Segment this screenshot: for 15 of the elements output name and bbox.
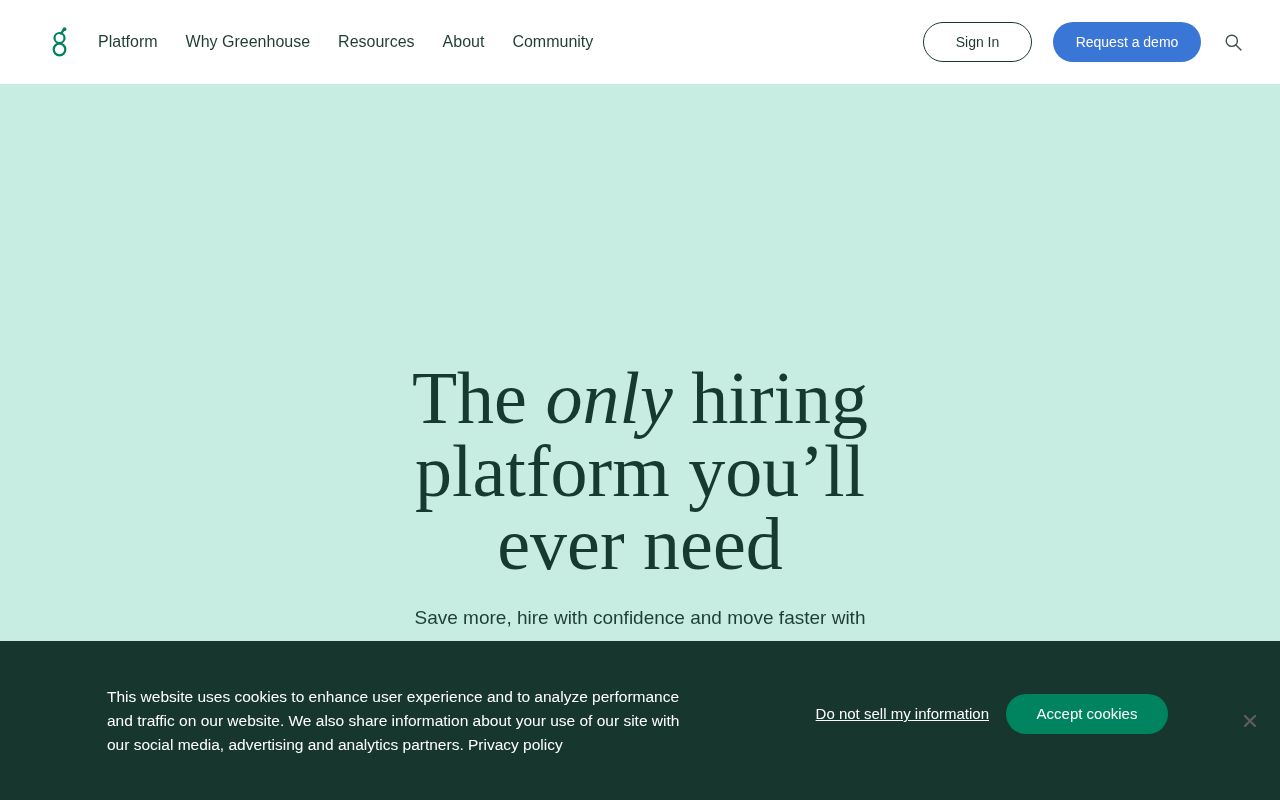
hero-subtitle: Save more, hire with confidence and move faster with	[414, 607, 866, 629]
nav-link[interactable]: Platform	[98, 33, 158, 51]
hero-headline: The only hiring platform you’ll ever need	[410, 362, 870, 581]
search-icon[interactable]	[1225, 33, 1242, 51]
request-demo-button[interactable]: Request a demo	[1053, 22, 1201, 62]
nav-link[interactable]: About	[442, 33, 485, 51]
cookie-notice-text: This website uses cookies to enhance user experience and to analyze performance and traffic on our website. We also share information about your use of our site with our social media, advertising and analytics partners. Privacy policy	[107, 686, 681, 755]
nav-link[interactable]: Why Greenhouse	[185, 33, 311, 51]
nav-link[interactable]: Resources	[338, 33, 415, 51]
privacy-policy-link[interactable]: Privacy policy	[468, 735, 563, 753]
nav-link[interactable]: Community	[512, 33, 594, 51]
sign-in-button[interactable]: Sign In	[923, 22, 1032, 62]
logo-icon[interactable]	[52, 27, 68, 57]
do-not-sell-link[interactable]: Do not sell my information	[815, 705, 989, 722]
accept-cookies-button[interactable]: Accept cookies	[1006, 693, 1168, 734]
